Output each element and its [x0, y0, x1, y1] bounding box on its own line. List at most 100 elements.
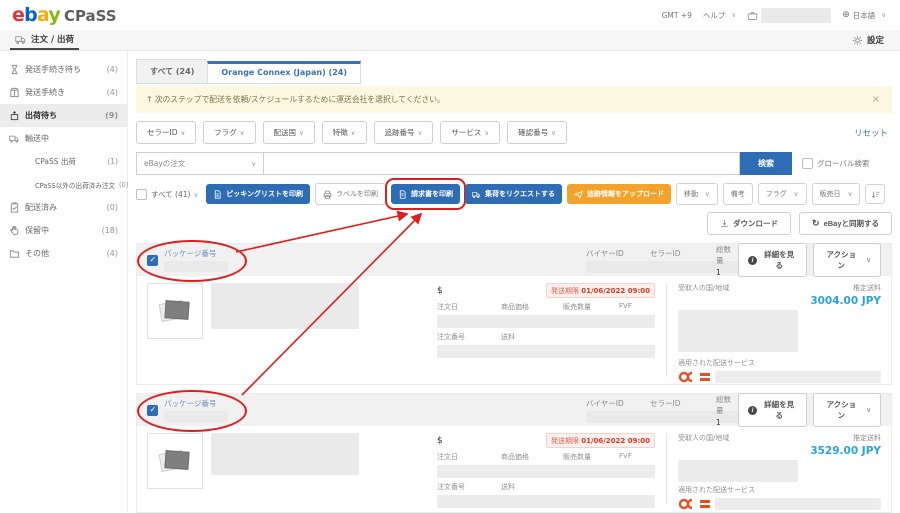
item-title-redacted — [211, 433, 359, 475]
bulk-action-toolbar: すべて (41) ピッキングリストを印刷 ラベルを印刷 請求書を印刷 集荷をリク… — [136, 183, 892, 205]
settings-button[interactable]: 設定 — [852, 30, 884, 50]
tab-orange-connex[interactable]: Orange Connex (Japan) (24) — [207, 61, 361, 84]
package-checkbox[interactable] — [147, 405, 158, 416]
sort-icon — [871, 190, 880, 199]
package-number-redacted — [164, 411, 228, 422]
total-qty-value: 1 — [716, 268, 738, 277]
sidebar-item-delivered[interactable]: 配送済み(0) — [0, 196, 127, 219]
photo-icon — [160, 299, 190, 323]
app-header: ebay CPaSS GMT +9 ヘルプ ⊕ 日本語 — [0, 0, 900, 30]
close-icon[interactable] — [870, 94, 882, 105]
nav-orders-shipments[interactable]: 注文 / 出荷 — [10, 30, 79, 50]
select-all-control[interactable]: すべて (41) — [136, 189, 198, 200]
filter-destination-country[interactable]: 配送国 — [263, 121, 315, 144]
seller-id-label: セラーID — [650, 398, 681, 409]
view-details-button[interactable]: 詳細を見る — [738, 243, 807, 277]
order-values-redacted — [437, 495, 655, 508]
action-menu-button[interactable]: アクション — [813, 243, 881, 277]
filter-service[interactable]: サービス — [440, 121, 500, 144]
print-invoice-button[interactable]: 請求書を印刷 — [391, 184, 460, 204]
move-button[interactable]: 移動 — [676, 183, 718, 205]
sort-order-button[interactable] — [865, 184, 885, 204]
shipping-fee-label: 送料 — [501, 482, 515, 492]
fvf-label: FVF — [619, 302, 632, 312]
filter-flag[interactable]: フラグ — [203, 121, 255, 144]
sidebar-item-on-hold[interactable]: 保留中(18) — [0, 219, 127, 242]
sync-ebay-button[interactable]: eBayと同期する — [799, 212, 892, 235]
fvf-label: FVF — [619, 452, 632, 462]
order-card-body: $ 発送期限 01/06/2022 09:00 注文日 商品価格 販売数量 FV… — [137, 276, 891, 384]
estimated-shipping-label: 推定送料 — [853, 284, 881, 292]
tab-all[interactable]: すべて (24) — [136, 59, 207, 84]
item-image-placeholder — [147, 433, 203, 489]
filter-confirmation-number[interactable]: 確認番号 — [507, 121, 567, 144]
filter-seller-id[interactable]: セラーID — [136, 121, 196, 144]
timezone-label: GMT +9 — [662, 11, 692, 20]
printer-icon — [323, 190, 332, 199]
recipient-redacted — [678, 310, 798, 352]
orange-connex-logo — [678, 371, 710, 383]
filter-attributes[interactable]: 特徴 — [322, 121, 367, 144]
estimated-shipping-value: 3004.00 JPY — [810, 295, 881, 307]
applied-service-label: 適用された配送サービス — [678, 358, 881, 368]
reset-link[interactable]: リセット — [854, 127, 892, 139]
sidebar-item-in-transit[interactable]: 輸送中 — [0, 127, 127, 150]
buyer-id-label: バイヤーID — [586, 248, 650, 259]
account-menu[interactable] — [747, 8, 831, 23]
info-icon — [748, 406, 757, 415]
download-button[interactable]: ダウンロード — [707, 212, 791, 235]
sale-date-sort-select[interactable]: 販売日 — [812, 183, 861, 205]
cpass-logo: CPaSS — [64, 7, 117, 25]
search-input[interactable] — [264, 152, 740, 175]
package-number-label[interactable]: パッケージ番号 — [164, 398, 228, 409]
search-category-select[interactable]: eBayの注文 — [136, 152, 264, 175]
seller-id-label: セラーID — [650, 248, 681, 259]
checkbox-unchecked[interactable] — [802, 158, 813, 169]
package-number-redacted — [164, 261, 228, 272]
ids-group: バイヤーID セラーID — [586, 398, 702, 423]
recipient-redacted — [678, 460, 798, 482]
account-name-redacted — [761, 8, 831, 23]
sidebar-item-awaiting-handling[interactable]: 発送手続き待ち(4) — [0, 58, 127, 81]
print-labels-button[interactable]: ラベルを印刷 — [315, 183, 386, 205]
recipient-region-label: 受取人の国/地域 — [678, 433, 729, 457]
select-all-checkbox[interactable] — [136, 189, 147, 200]
search-row: eBayの注文 検索 グローバル検索 — [136, 152, 892, 175]
total-qty-label: 総数量 — [716, 244, 738, 266]
package-select-group: パッケージ番号 — [147, 398, 228, 422]
filter-tracking-number[interactable]: 追跡番号 — [374, 121, 434, 144]
up-arrow-icon — [146, 95, 155, 104]
buyer-id-label: バイヤーID — [586, 398, 650, 409]
order-date-label: 注文日 — [437, 452, 501, 462]
sidebar-item-other[interactable]: その他(4) — [0, 242, 127, 265]
price-currency: $ — [437, 436, 443, 446]
view-details-button[interactable]: 詳細を見る — [738, 393, 807, 427]
flag-button[interactable]: フラグ — [758, 183, 807, 205]
hold-hand-icon — [9, 225, 20, 236]
price-currency: $ — [437, 286, 443, 296]
package-number-label[interactable]: パッケージ番号 — [164, 248, 228, 259]
main-content: すべて (24) Orange Connex (Japan) (24) 次のステ… — [128, 51, 900, 512]
sidebar-item-awaiting-shipment[interactable]: 出荷待ち(9) — [0, 104, 127, 127]
package-checkbox[interactable] — [147, 255, 158, 266]
request-pickup-button[interactable]: 集荷をリクエストする — [465, 184, 562, 204]
global-search-checkbox[interactable]: グローバル検索 — [802, 158, 869, 169]
shipping-fee-label: 送料 — [501, 332, 515, 342]
help-menu[interactable]: ヘルプ — [703, 10, 736, 21]
sidebar-item-non-cpass-shipped[interactable]: CPaSS以外の出荷済み注文(0) — [0, 173, 127, 196]
sidebar-item-handling[interactable]: 発送手続き(4) — [0, 81, 127, 104]
sidebar-item-cpass-shipments[interactable]: CPaSS 出荷(1) — [0, 150, 127, 173]
service-redacted — [715, 371, 881, 383]
recipient-region-label: 受取人の国/地域 — [678, 283, 729, 307]
info-icon — [748, 256, 757, 265]
action-menu-button[interactable]: アクション — [813, 393, 881, 427]
search-button[interactable]: 検索 — [740, 152, 792, 175]
order-date-label: 注文日 — [437, 302, 501, 312]
order-values-redacted — [437, 315, 655, 328]
order-values-redacted — [437, 465, 655, 478]
print-picking-list-button[interactable]: ピッキングリストを印刷 — [206, 184, 310, 204]
memo-button[interactable]: 備考 — [723, 183, 753, 205]
upload-tracking-button[interactable]: 追跡情報をアップロード — [567, 184, 671, 204]
hourglass-icon — [9, 64, 20, 75]
language-selector[interactable]: ⊕ 日本語 — [842, 10, 886, 21]
